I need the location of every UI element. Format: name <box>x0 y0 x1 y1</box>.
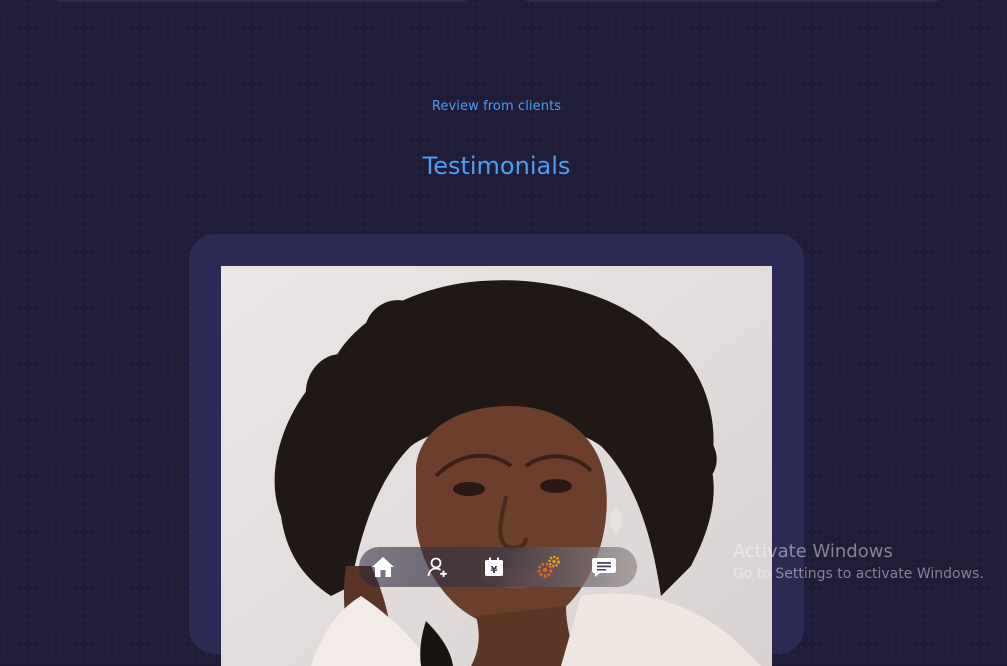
client-photo <box>221 266 772 666</box>
svg-text:¥: ¥ <box>490 565 497 576</box>
testimonial-card <box>189 234 804 666</box>
previous-card-bottom-right <box>516 0 948 2</box>
nav-messages-button[interactable] <box>587 547 621 587</box>
nav-payments-button[interactable]: ¥ <box>476 547 510 587</box>
bottom-nav-bar: ¥ <box>359 547 637 587</box>
nav-settings-button[interactable] <box>532 547 566 587</box>
nav-home-button[interactable] <box>366 547 400 587</box>
yen-calendar-icon: ¥ <box>484 557 503 576</box>
home-icon <box>372 557 395 577</box>
previous-card-bottom-left <box>48 0 476 2</box>
nav-add-user-button[interactable] <box>421 547 455 587</box>
section-eyebrow: Review from clients <box>431 99 562 114</box>
section-title: Testimonials <box>422 152 571 180</box>
watermark-title: Activate Windows <box>733 541 893 562</box>
message-icon <box>591 558 616 577</box>
add-user-icon <box>427 557 448 577</box>
windows-activation-watermark: Activate Windows Go to Settings to activ… <box>733 541 984 585</box>
gears-icon <box>537 555 560 578</box>
watermark-subtitle: Go to Settings to activate Windows. <box>733 566 984 582</box>
